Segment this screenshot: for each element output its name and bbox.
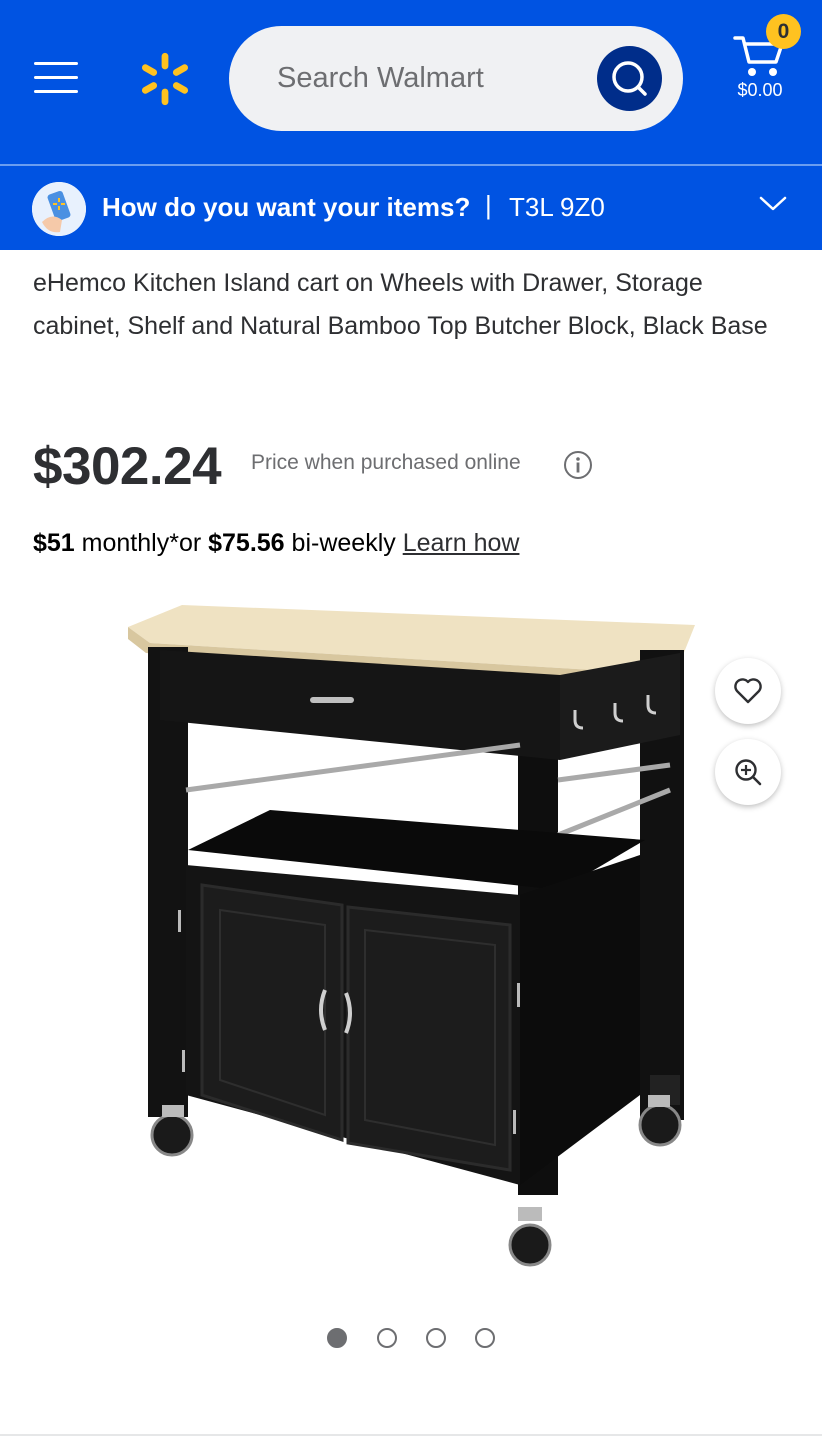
delivery-separator: |: [485, 190, 492, 220]
favorite-button[interactable]: [715, 658, 781, 724]
search-input[interactable]: [277, 58, 597, 98]
biweekly-text: bi-weekly: [291, 529, 396, 557]
price-note: Price when purchased online: [251, 451, 521, 474]
product-title: eHemco Kitchen Island cart on Wheels wit…: [33, 269, 768, 340]
heart-icon: [734, 678, 762, 704]
cart-button[interactable]: 0 $0.00: [728, 14, 808, 112]
carousel-dot[interactable]: [475, 1328, 495, 1348]
menu-line: [34, 76, 78, 79]
section-divider: [0, 1434, 822, 1436]
top-header: 0 $0.00: [0, 0, 822, 164]
search-icon: [612, 61, 647, 96]
delivery-avatar-icon: [32, 182, 86, 236]
monthly-text: monthly*or: [81, 529, 202, 557]
carousel-dot[interactable]: [327, 1328, 347, 1348]
carousel-dot[interactable]: [377, 1328, 397, 1348]
product-price: $302.24: [33, 437, 222, 496]
delivery-question: How do you want your items?: [102, 192, 471, 222]
zoom-in-icon: [735, 759, 762, 786]
search-button[interactable]: [597, 46, 662, 111]
delivery-selector[interactable]: How do you want your items? | T3L 9Z0: [0, 164, 822, 250]
menu-line: [34, 62, 78, 65]
zoom-button[interactable]: [715, 739, 781, 805]
chevron-down-icon: [759, 196, 787, 211]
carousel-dot[interactable]: [426, 1328, 446, 1348]
menu-button[interactable]: [34, 60, 80, 96]
walmart-spark-logo[interactable]: [136, 50, 194, 108]
info-icon[interactable]: [563, 450, 593, 480]
search-bar: [229, 26, 683, 131]
cart-count-badge: 0: [766, 14, 801, 49]
cart-amount: $0.00: [737, 80, 783, 100]
monthly-amount: $51: [33, 529, 75, 557]
financing-offer: $51 monthly*or $75.56 bi-weekly Learn ho…: [33, 529, 519, 558]
menu-line: [34, 90, 78, 93]
delivery-postal-code: T3L 9Z0: [509, 192, 605, 222]
product-image[interactable]: [120, 595, 700, 1285]
learn-how-link[interactable]: Learn how: [403, 529, 520, 557]
biweekly-amount: $75.56: [208, 529, 285, 557]
